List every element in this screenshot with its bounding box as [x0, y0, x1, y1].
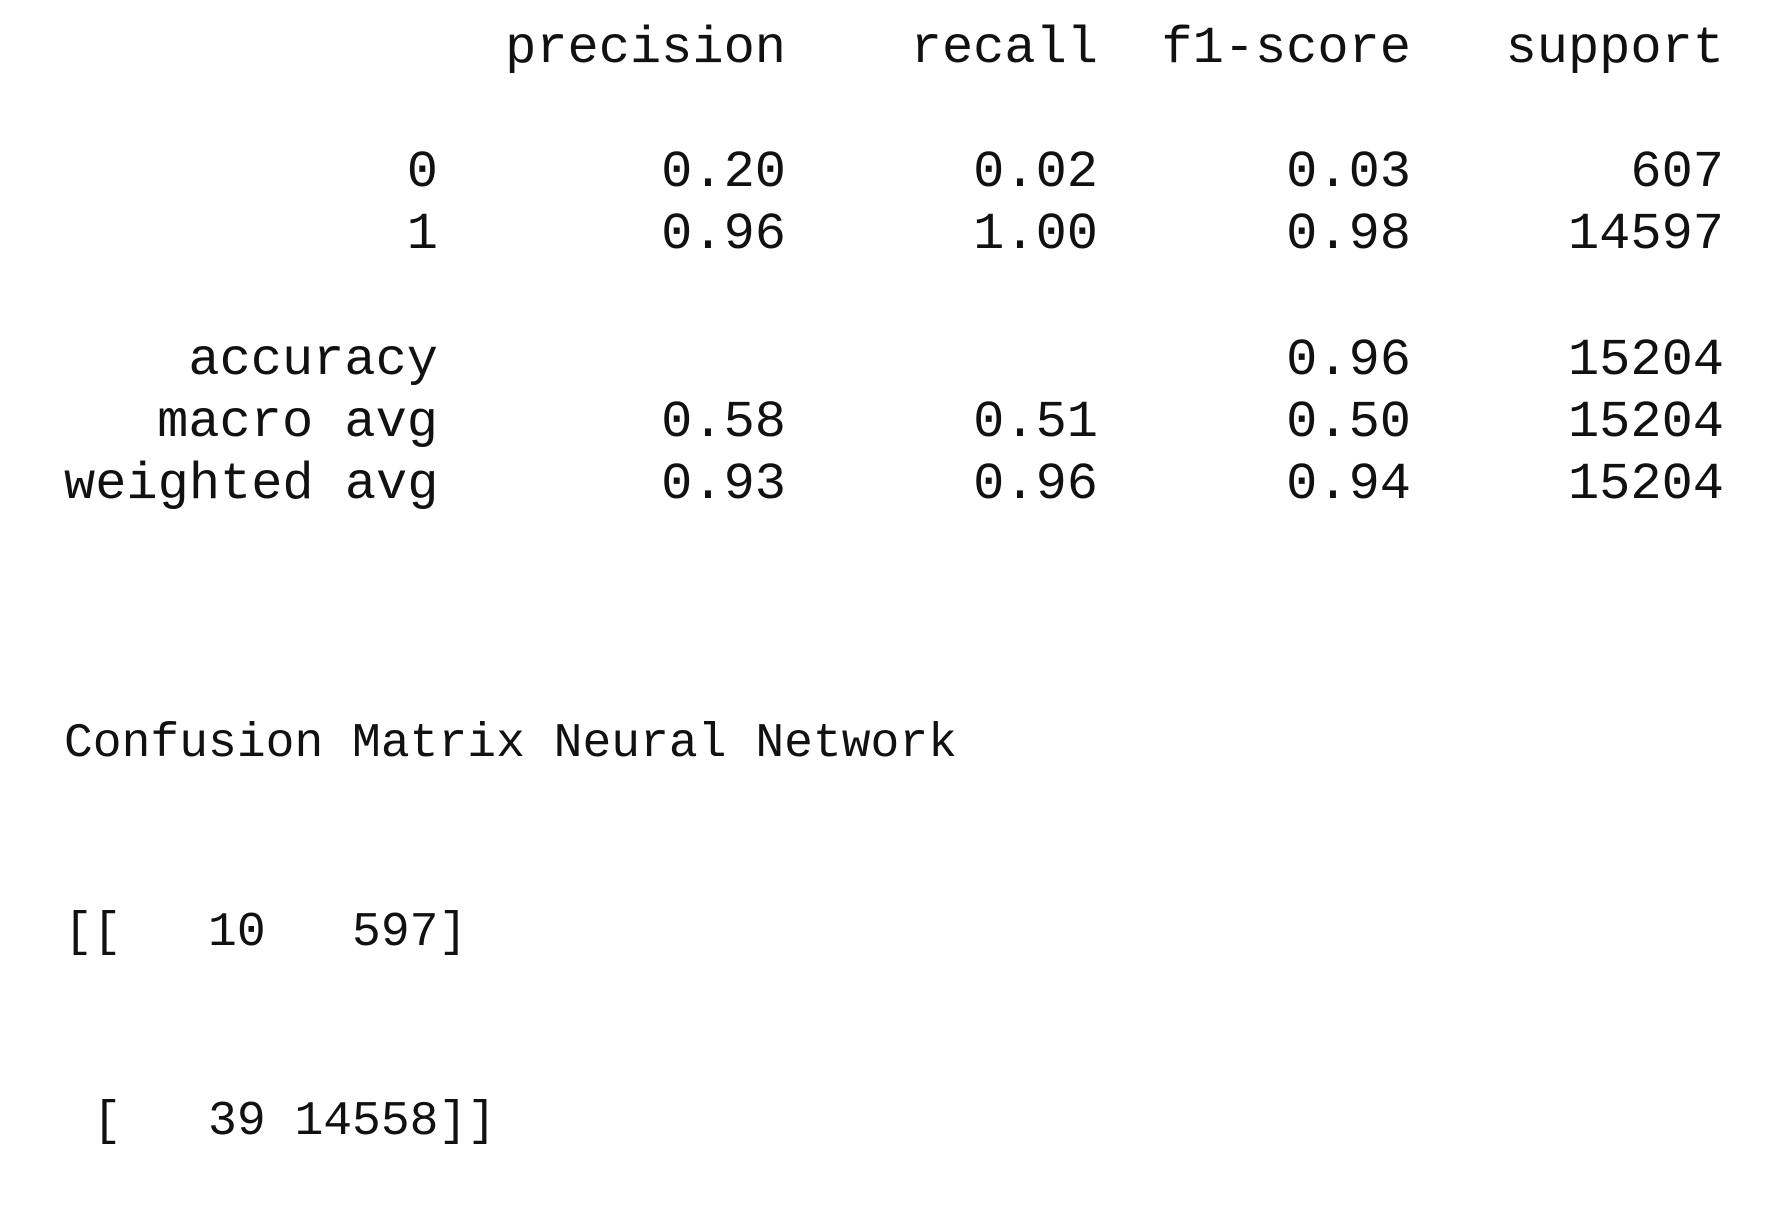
support-value: 607 [1630, 143, 1724, 202]
recall-value: 0.96 [973, 455, 1098, 514]
support-value: 15204 [1567, 393, 1724, 452]
table-row: accuracy 0.96 15204 [64, 330, 1724, 392]
header-precision: precision [505, 19, 786, 78]
confusion-matrix-row: [ 39 14558]] [64, 1095, 497, 1149]
precision-value: 0.93 [661, 455, 786, 514]
header-f1-score: f1-score [1161, 19, 1411, 78]
f1-score-value: 0.50 [1286, 393, 1411, 452]
support-value: 15204 [1567, 455, 1724, 514]
table-row: macro avg 0.58 0.51 0.50 15204 [64, 392, 1724, 454]
table-row: 1 0.96 1.00 0.98 14597 [64, 204, 1724, 266]
f1-score-value: 0.94 [1286, 455, 1411, 514]
report-header-row: precision recall f1-score support [64, 18, 1724, 80]
row-label: accuracy [188, 331, 438, 390]
header-support: support [1505, 19, 1724, 78]
table-row: 0 0.20 0.02 0.03 607 [64, 142, 1724, 204]
support-value: 15204 [1567, 331, 1724, 390]
f1-score-value: 0.03 [1286, 143, 1411, 202]
recall-value: 0.51 [973, 393, 1098, 452]
recall-value: 0.02 [973, 143, 1098, 202]
header-recall: recall [910, 19, 1098, 78]
f1-score-value: 0.96 [1286, 331, 1411, 390]
confusion-matrix-output: Confusion Matrix Neural Network [[ 10 59… [64, 587, 957, 1217]
row-label: 0 [406, 143, 438, 202]
row-label: macro avg [157, 393, 438, 452]
precision-value: 0.58 [661, 393, 786, 452]
precision-value: 0.96 [661, 205, 786, 264]
row-label: 1 [406, 205, 438, 264]
support-value: 14597 [1567, 205, 1724, 264]
f1-score-value: 0.98 [1286, 205, 1411, 264]
recall-value: 1.00 [973, 205, 1098, 264]
confusion-matrix-title: Confusion Matrix Neural Network [64, 717, 957, 771]
table-row: weighted avg 0.93 0.96 0.94 15204 [64, 454, 1724, 516]
classification-report: precision recall f1-score support 0 0.20… [64, 18, 1724, 516]
precision-value: 0.20 [661, 143, 786, 202]
confusion-matrix-row: [[ 10 597] [64, 906, 468, 960]
row-label: weighted avg [64, 455, 439, 514]
